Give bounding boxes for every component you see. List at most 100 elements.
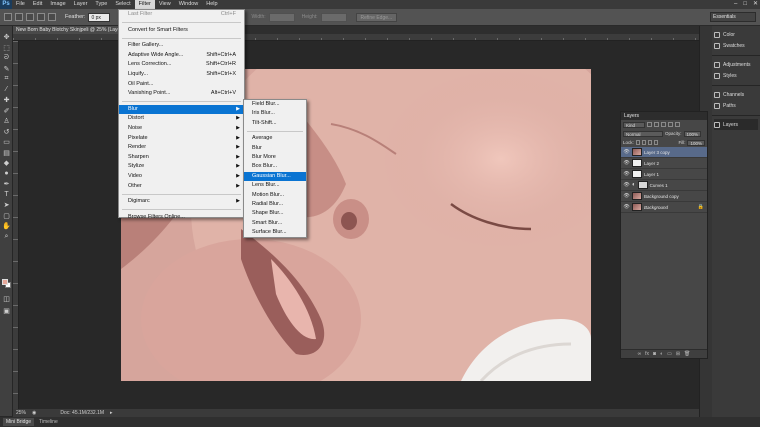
lasso-tool-icon[interactable]: ᘐ	[0, 53, 13, 64]
kind-filter-select[interactable]: Kind	[623, 121, 645, 128]
zoom-tool-icon[interactable]: ⌕	[0, 232, 13, 243]
filter-menu-item-sharpen[interactable]: Sharpen ▶	[119, 153, 244, 163]
blur-menu-item-tilt-shift[interactable]: Tilt-Shift...	[244, 119, 306, 128]
height-input[interactable]	[320, 12, 347, 22]
blur-menu-item-gaussian-blur[interactable]: Gaussian Blur...	[244, 171, 306, 182]
layer-row-layer-3-copy[interactable]: 👁 Layer 3 copy	[621, 147, 707, 158]
blur-tool-icon[interactable]: ◆	[0, 158, 13, 169]
eraser-icon[interactable]: ▭	[0, 137, 13, 148]
history-brush-icon[interactable]: ↺	[0, 127, 13, 138]
blur-menu-item-smart-blur[interactable]: Smart Blur...	[244, 219, 306, 228]
foreground-color-swatch[interactable]	[2, 279, 8, 285]
healing-brush-icon[interactable]: ✚	[0, 95, 13, 106]
pixel-filter-icon[interactable]	[647, 122, 652, 127]
filter-menu-item-blur[interactable]: Blur ▶	[119, 104, 244, 115]
trash-icon[interactable]: 🗑	[684, 351, 690, 357]
type-filter-icon[interactable]	[661, 122, 666, 127]
marquee-tool-icon[interactable]	[4, 13, 12, 21]
layer-row-layer-1[interactable]: 👁 Layer 1	[621, 169, 707, 180]
filter-menu-item-video[interactable]: Video ▶	[119, 172, 244, 182]
gradient-tool-icon[interactable]: ▤	[0, 148, 13, 159]
close-button[interactable]: ✕	[753, 0, 758, 9]
folder-icon[interactable]: ▭	[667, 351, 672, 357]
minimize-button[interactable]: –	[734, 0, 737, 9]
quick-mask-icon[interactable]: ◫	[0, 294, 13, 305]
dock-color[interactable]: Color	[714, 29, 758, 40]
marquee-tool-icon[interactable]: ⬚	[0, 43, 13, 54]
menu-window[interactable]: Window	[175, 0, 203, 9]
tab-mini-bridge[interactable]: Mini Bridge	[3, 418, 35, 426]
blur-menu-item-shape-blur[interactable]: Shape Blur...	[244, 209, 306, 218]
menu-help[interactable]: Help	[202, 0, 221, 9]
link-icon[interactable]: ∞	[638, 351, 642, 357]
filter-menu-item-convert-for-smart-filters[interactable]: Convert for Smart Filters	[119, 26, 244, 36]
rectangle-tool-icon[interactable]: ▢	[0, 211, 13, 222]
menu-edit[interactable]: Edit	[29, 0, 46, 9]
menu-type[interactable]: Type	[91, 0, 111, 9]
menu-filter[interactable]: Filter	[134, 0, 155, 9]
screen-mode-icon[interactable]: ▣	[0, 306, 13, 317]
lock-all-icon[interactable]	[654, 140, 659, 145]
document-tab[interactable]: New Born Baby Blotchy Skinjpeli @ 25% (L…	[13, 26, 123, 34]
filter-menu-item-browse-filters-online[interactable]: Browse Filters Online...	[119, 213, 244, 223]
move-tool-icon[interactable]: ✥	[0, 32, 13, 43]
maximize-button[interactable]: □	[743, 0, 747, 9]
blur-menu-item-field-blur[interactable]: Field Blur...	[244, 100, 306, 109]
filter-menu-item-filter-gallery[interactable]: Filter Gallery...	[119, 41, 244, 51]
menu-view[interactable]: View	[155, 0, 175, 9]
adjustment-icon[interactable]: ◐	[660, 351, 663, 357]
filter-menu-item-lens-correction[interactable]: Lens Correction... Shift+Ctrl+R	[119, 60, 244, 70]
dock-swatches[interactable]: Swatches	[714, 40, 758, 51]
hand-tool-icon[interactable]: ✋	[0, 221, 13, 232]
new-selection-icon[interactable]	[15, 13, 23, 21]
dodge-tool-icon[interactable]: ●	[0, 169, 13, 180]
pen-tool-icon[interactable]: ✒	[0, 179, 13, 190]
blend-mode-select[interactable]: Normal	[623, 130, 663, 137]
menu-layer[interactable]: Layer	[70, 0, 92, 9]
visibility-eye-icon[interactable]: 👁	[623, 193, 630, 199]
add-selection-icon[interactable]	[26, 13, 34, 21]
adjustment-filter-icon[interactable]	[654, 122, 659, 127]
blur-menu-item-box-blur[interactable]: Box Blur...	[244, 162, 306, 171]
blur-menu-item-lens-blur[interactable]: Lens Blur...	[244, 181, 306, 190]
opacity-input[interactable]: 100%	[683, 130, 702, 137]
layer-row-layer-2[interactable]: 👁 Layer 2	[621, 158, 707, 169]
new-layer-icon[interactable]: ⊞	[676, 351, 680, 357]
fill-input[interactable]: 100%	[687, 139, 705, 146]
crop-tool-icon[interactable]: ⌗	[0, 74, 13, 85]
dock-styles[interactable]: Styles	[714, 70, 758, 81]
blur-menu-item-motion-blur[interactable]: Motion Blur...	[244, 191, 306, 200]
filter-menu-item-vanishing-point[interactable]: Vanishing Point... Alt+Ctrl+V	[119, 89, 244, 99]
visibility-eye-icon[interactable]: 👁	[623, 149, 630, 155]
menu-select[interactable]: Select	[111, 0, 134, 9]
filter-menu-item-last-filter[interactable]: Last Filter Ctrl+F	[119, 10, 244, 20]
visibility-eye-icon[interactable]: 👁	[623, 182, 630, 188]
filter-menu-item-other[interactable]: Other ▶	[119, 182, 244, 192]
layer-row-background[interactable]: 👁 Background 🔒	[621, 202, 707, 213]
blur-menu-item-iris-blur[interactable]: Iris Blur...	[244, 109, 306, 118]
brush-tool-icon[interactable]: ✐	[0, 106, 13, 117]
dock-channels[interactable]: Channels	[714, 89, 758, 100]
lock-pixels-icon[interactable]	[641, 140, 647, 145]
visibility-eye-icon[interactable]: 👁	[623, 171, 630, 177]
path-selection-icon[interactable]: ➤	[0, 200, 13, 211]
eyedropper-icon[interactable]: ⁄	[0, 85, 13, 96]
refine-edge-button[interactable]: Refine Edge...	[355, 12, 398, 22]
dock-paths[interactable]: Paths	[714, 100, 758, 111]
layer-row-background-copy[interactable]: 👁 Background copy	[621, 191, 707, 202]
zoom-level[interactable]: 25%	[16, 410, 26, 416]
workspace-select[interactable]: Essentials	[710, 12, 756, 22]
blur-menu-item-blur-more[interactable]: Blur More	[244, 153, 306, 162]
filter-menu-item-noise[interactable]: Noise ▶	[119, 124, 244, 134]
width-input[interactable]	[268, 12, 295, 22]
filter-menu-item-digimarc[interactable]: Digimarc ▶	[119, 197, 244, 207]
lock-transparent-icon[interactable]	[635, 140, 640, 145]
dock-adjustments[interactable]: Adjustments	[714, 59, 758, 70]
mask-icon[interactable]: ◙	[653, 351, 656, 357]
visibility-eye-icon[interactable]: 👁	[623, 204, 630, 210]
tab-timeline[interactable]: Timeline	[36, 418, 61, 426]
subtract-selection-icon[interactable]	[37, 13, 45, 21]
feather-input[interactable]: 0 px	[88, 12, 111, 22]
blur-menu-item-surface-blur[interactable]: Surface Blur...	[244, 228, 306, 237]
lock-position-icon[interactable]	[648, 140, 653, 145]
